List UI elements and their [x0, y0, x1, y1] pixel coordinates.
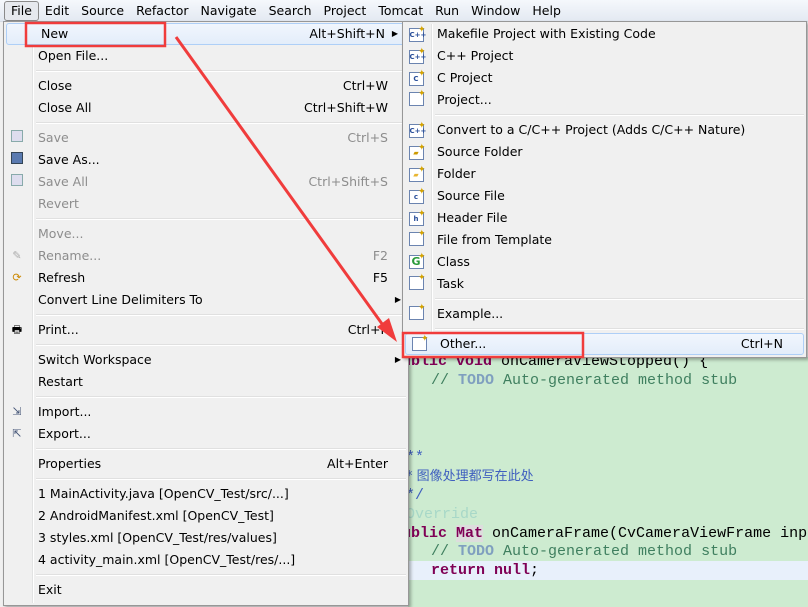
annotation-overlay	[24, 21, 585, 359]
annotation-arrow	[174, 36, 387, 329]
highlight-box-new	[24, 21, 167, 48]
highlight-box-other	[401, 331, 585, 359]
